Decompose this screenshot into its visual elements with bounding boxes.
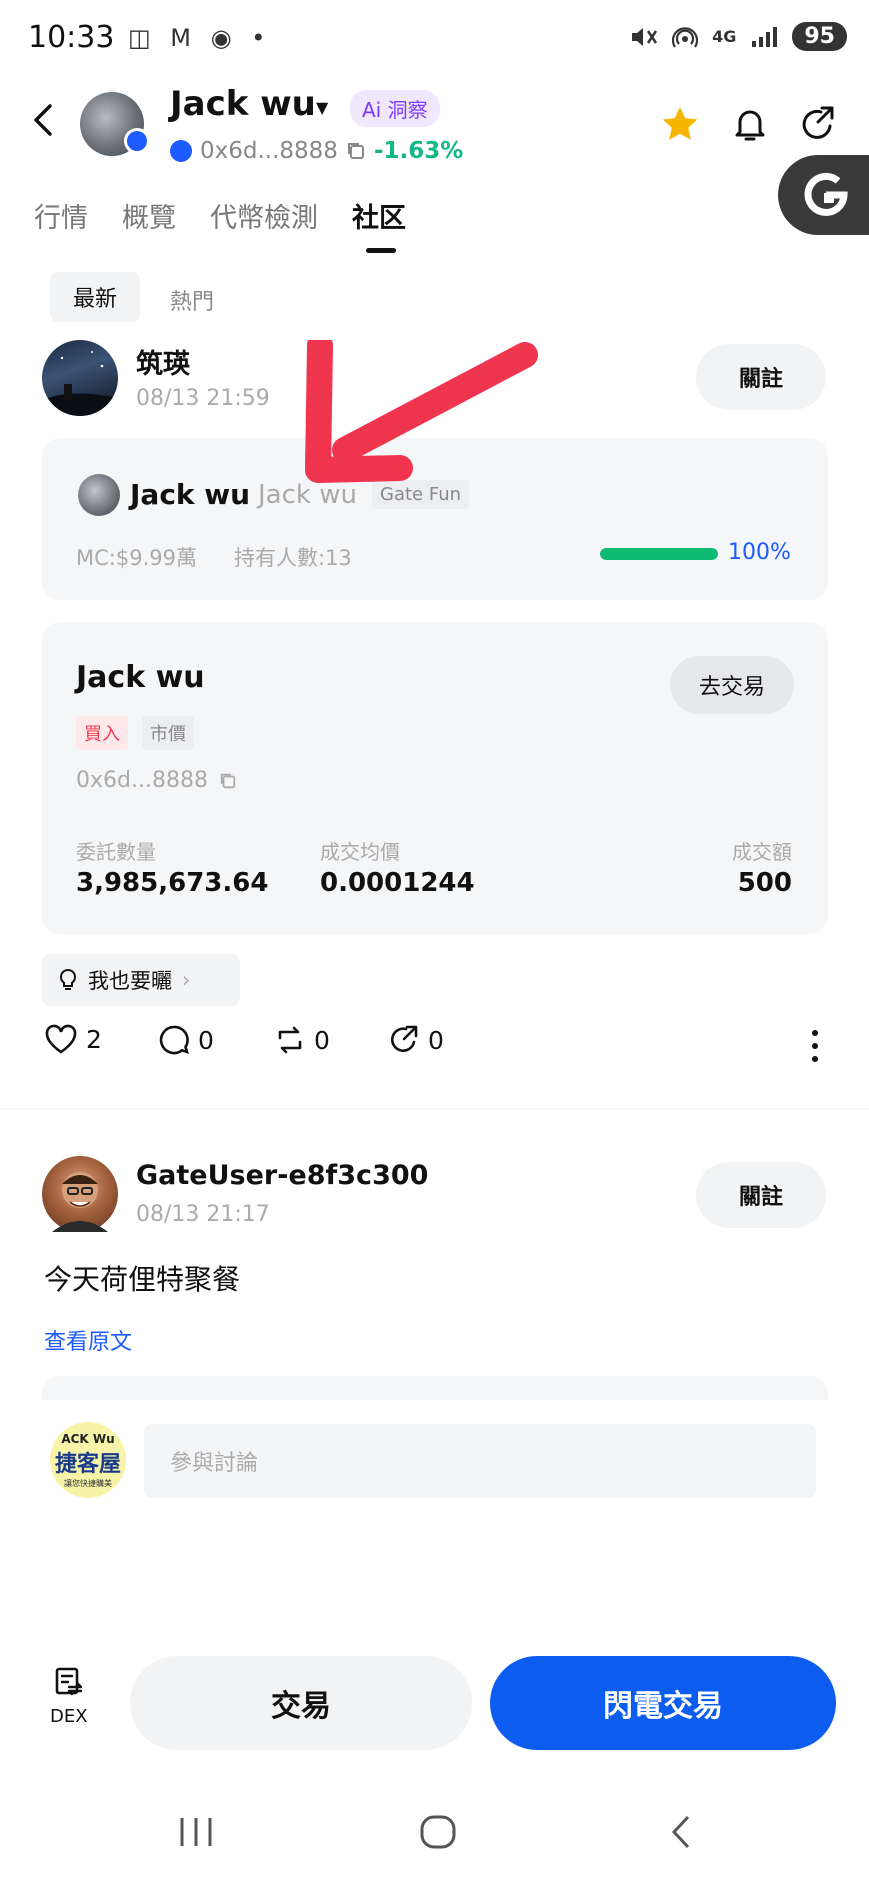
comment-icon [159, 1025, 189, 1055]
copy-icon[interactable] [346, 141, 366, 161]
like-count: 2 [86, 1024, 102, 1054]
token-title[interactable]: Jack wu [170, 84, 316, 124]
trade-card-title: Jack wu [76, 660, 205, 695]
qty-value: 3,985,673.64 [76, 868, 269, 898]
avatar-text-bottom: 讓您快捷購美 [64, 1478, 112, 1488]
coin-icon [78, 474, 120, 516]
holders-count: 持有人數:13 [234, 546, 352, 570]
home-icon[interactable] [418, 1814, 458, 1850]
back-icon[interactable] [30, 100, 58, 140]
trade-button[interactable]: 交易 [130, 1656, 472, 1750]
hotspot-icon [672, 26, 699, 48]
status-right: 4G 95 [630, 22, 847, 51]
recent-apps-icon[interactable] [176, 1814, 216, 1850]
star-icon[interactable] [660, 104, 700, 144]
copy-icon[interactable] [219, 772, 237, 790]
repost-button[interactable]: 0 [274, 1024, 330, 1056]
post-text: 今天荷俚特聚餐 [44, 1263, 241, 1296]
nav-back-icon[interactable] [666, 1814, 696, 1850]
avg-price-label: 成交均價 [320, 840, 400, 864]
avatar-text-top: ACK Wu [61, 1431, 115, 1446]
comment-button[interactable]: 0 [158, 1024, 214, 1056]
buy-tag: 買入 [76, 716, 128, 750]
tab-overview[interactable]: 概覽 [122, 196, 176, 235]
heart-icon [45, 1024, 77, 1054]
main-tabs: 行情 概覽 代幣檢測 社区 [34, 196, 406, 235]
tab-token-check[interactable]: 代幣檢測 [210, 196, 318, 235]
share-too-button[interactable]: 我也要曬 › [42, 954, 240, 1006]
view-original-link[interactable]: 查看原文 [44, 1324, 132, 1356]
signal-icon [752, 26, 778, 47]
token-address: 0x6d...8888 [200, 138, 338, 164]
mute-icon [632, 27, 658, 46]
dex-button[interactable]: DEX [50, 1666, 88, 1727]
post-time: 08/13 21:17 [136, 1202, 270, 1227]
market-cap: MC:$9.99萬 [76, 546, 197, 570]
more-icon[interactable] [808, 1028, 822, 1064]
floating-app-button[interactable] [778, 155, 869, 235]
dex-icon [55, 1667, 82, 1696]
repost-icon [278, 1026, 302, 1054]
amount-label: 成交額 [732, 840, 792, 864]
notification-icons: ◫ M ◉ • [128, 24, 272, 52]
post-divider [0, 1108, 869, 1118]
progress-label: 100% [728, 540, 791, 565]
qty-label: 委託數量 [76, 840, 156, 864]
tab-market[interactable]: 行情 [34, 196, 88, 235]
post-card-peek [42, 1376, 828, 1400]
comment-input[interactable]: 參與討論 [144, 1424, 816, 1498]
share-icon[interactable] [798, 104, 838, 144]
ai-insight-badge[interactable]: Ai 洞察 [350, 90, 440, 127]
share-post-button[interactable]: 0 [388, 1024, 444, 1056]
go-trade-button[interactable]: 去交易 [670, 656, 794, 714]
post-author[interactable]: 筑瑛 [136, 342, 190, 381]
like-button[interactable]: 2 [44, 1024, 102, 1054]
subtab-hot[interactable]: 熱門 [170, 284, 214, 316]
comment-count: 0 [198, 1025, 214, 1055]
active-tab-indicator [366, 248, 396, 253]
gate-logo-icon [804, 172, 848, 216]
progress-bar [600, 548, 718, 560]
dex-label: DEX [50, 1706, 88, 1727]
post-author[interactable]: GateUser-e8f3c300 [136, 1160, 428, 1191]
chevron-right-icon: › [182, 968, 191, 992]
tab-community[interactable]: 社区 [352, 196, 406, 235]
progress-bar-fill [600, 548, 718, 560]
lightbulb-icon [59, 968, 77, 990]
follow-button[interactable]: 關註 [696, 1162, 826, 1228]
chain-icon [170, 140, 192, 162]
market-order-tag: 市價 [142, 716, 194, 750]
repost-count: 0 [314, 1025, 330, 1055]
network-type: 4G [712, 27, 737, 46]
status-time: 10:33 [28, 20, 115, 55]
dropdown-caret-icon[interactable]: ▼ [316, 98, 328, 117]
share-count: 0 [428, 1025, 444, 1055]
avatar[interactable] [42, 1156, 118, 1232]
trade-address-text: 0x6d...8888 [76, 768, 208, 793]
follow-button[interactable]: 關註 [696, 344, 826, 410]
trade-address: 0x6d...8888 [76, 768, 237, 793]
battery-badge: 95 [792, 22, 847, 51]
avatar[interactable] [42, 340, 118, 416]
flash-trade-button[interactable]: 閃電交易 [490, 1656, 836, 1750]
share-too-label: 我也要曬 [88, 969, 172, 993]
avatar-text-main: 捷客屋 [54, 1451, 121, 1477]
subtab-latest[interactable]: 最新 [50, 272, 140, 322]
bell-icon[interactable] [730, 104, 770, 144]
chain-badge-icon [124, 128, 150, 154]
avg-price-value: 0.0001244 [320, 868, 475, 898]
coin-name: Jack wu [130, 478, 251, 511]
my-avatar[interactable]: ACK Wu 捷客屋 讓您快捷購美 [50, 1422, 126, 1498]
price-change: -1.63% [373, 138, 464, 164]
share-icon [390, 1025, 418, 1052]
post-time: 08/13 21:59 [136, 386, 270, 411]
address-row: 0x6d...8888 -1.63% [170, 138, 463, 164]
amount-value: 500 [737, 868, 792, 898]
annotation-arrow-icon [305, 340, 538, 483]
